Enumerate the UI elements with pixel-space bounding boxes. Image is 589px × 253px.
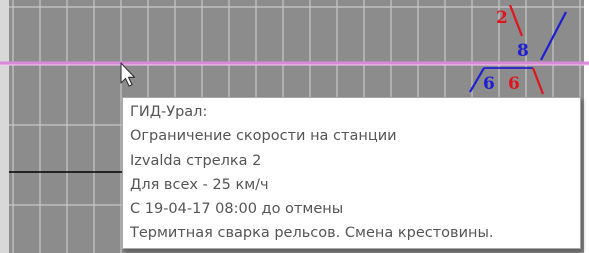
tooltip-validity-period: С 19-04-17 08:00 до отмены <box>130 201 344 218</box>
graph-right-margin <box>584 0 589 253</box>
graph-left-margin <box>0 0 9 253</box>
restriction-tooltip: ГИД-Урал: Ограничение скорости на станци… <box>122 97 581 249</box>
tooltip-title: ГИД-Урал: <box>130 104 208 120</box>
tooltip-restriction-type: Ограничение скорости на станции <box>130 128 397 145</box>
tooltip-speed-limit: Для всех - 25 км/ч <box>130 176 269 193</box>
train-schedule-graph-screen: 2 8 6 6 ГИД-Урал: Ограничение скорости н… <box>0 0 589 253</box>
tooltip-location: Izvalda стрелка 2 <box>130 152 262 169</box>
train-number-blue-upper[interactable]: 8 <box>517 41 529 61</box>
train-number-red-upper[interactable]: 2 <box>496 8 508 28</box>
tooltip-reason: Термитная сварка рельсов. Смена крестови… <box>130 225 494 242</box>
train-number-blue-lower[interactable]: 6 <box>483 74 495 94</box>
train-number-red-lower[interactable]: 6 <box>508 74 520 94</box>
